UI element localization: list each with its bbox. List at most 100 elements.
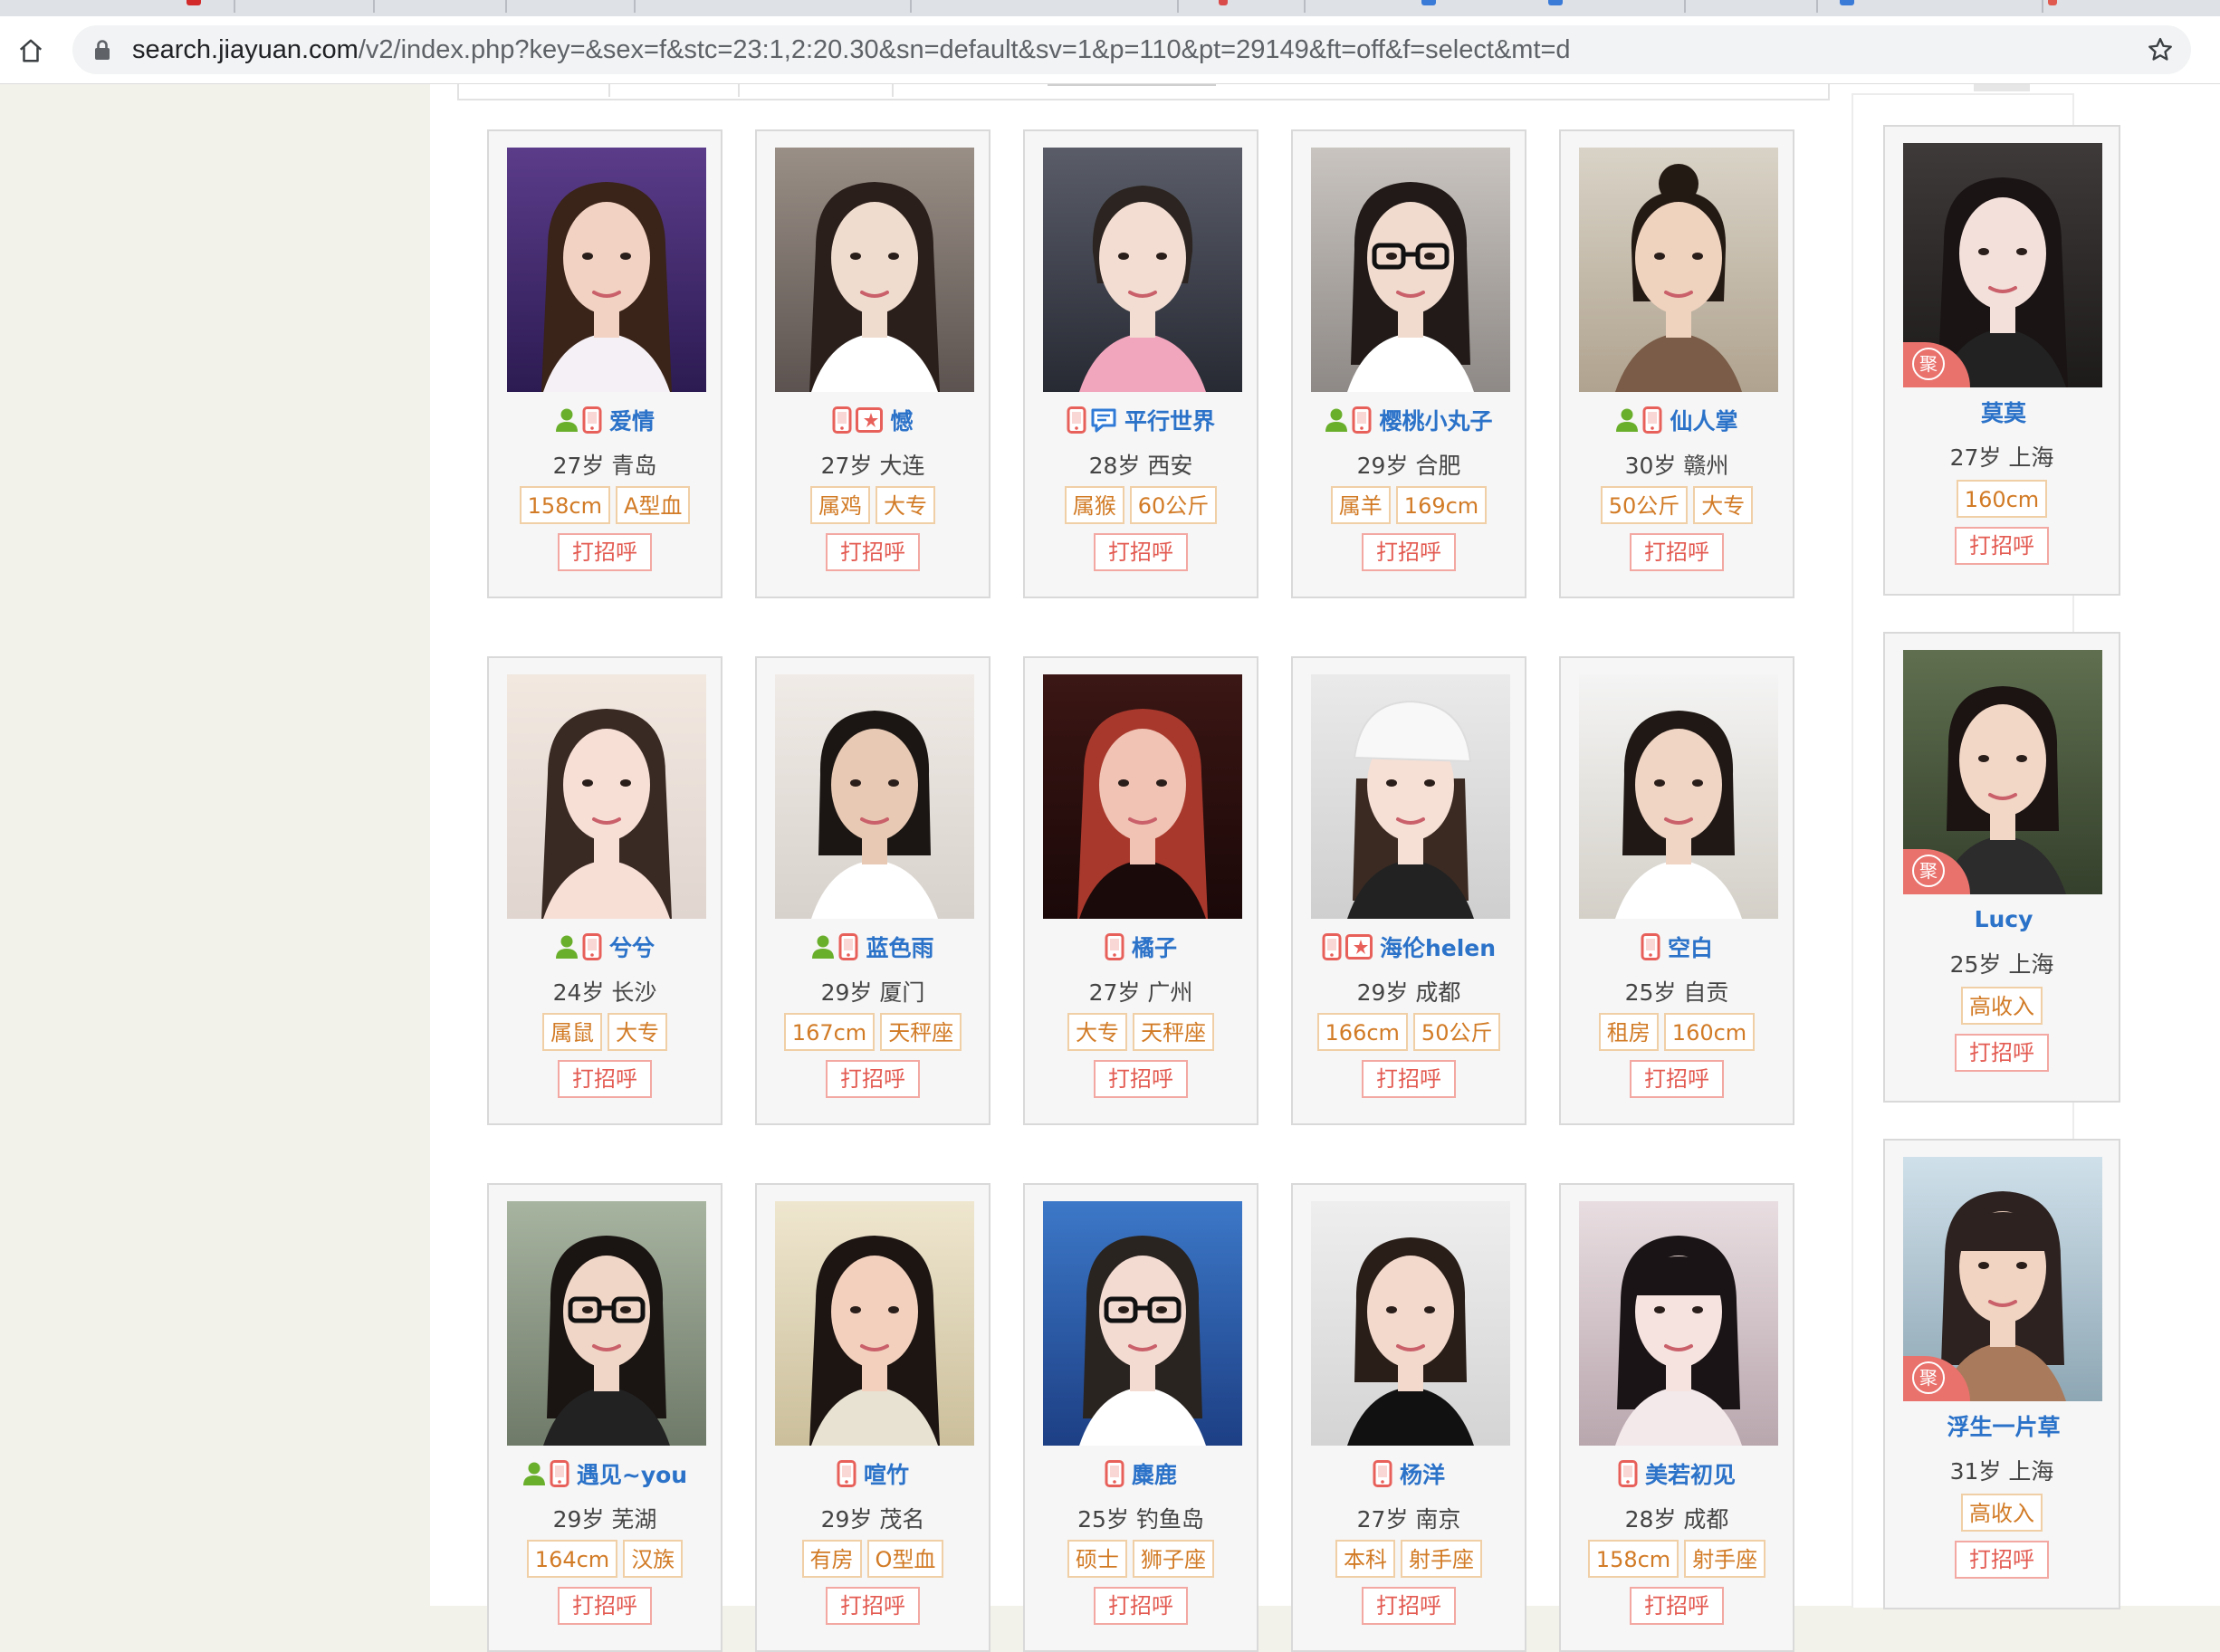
profile-card[interactable]: 憾 27岁 大连 属鸡 大专 打招呼 <box>755 129 990 598</box>
profile-photo[interactable] <box>1043 1201 1242 1446</box>
profile-card[interactable]: 空白 25岁 自贡 租房 160cm 打招呼 <box>1559 656 1794 1125</box>
profile-card[interactable]: 杨洋 27岁 南京 本科 射手座 打招呼 <box>1291 1183 1526 1652</box>
recommend-card[interactable]: 聚莫莫 27岁 上海 160cm 打招呼 <box>1883 125 2120 596</box>
greet-button[interactable]: 打招呼 <box>826 1060 920 1098</box>
profile-photo[interactable] <box>1043 148 1242 392</box>
nickname-link[interactable]: 蓝色雨 <box>866 931 933 963</box>
profile-card[interactable]: 兮兮 24岁 长沙 属鼠 大专 打招呼 <box>487 656 722 1125</box>
bookmark-button[interactable] <box>2144 33 2177 66</box>
profile-photo[interactable] <box>1579 674 1778 919</box>
profile-photo[interactable] <box>507 674 706 919</box>
tab-separator <box>373 0 375 13</box>
greet-button[interactable]: 打招呼 <box>1630 1060 1724 1098</box>
profile-card[interactable]: 仙人掌 30岁 赣州 50公斤 大专 打招呼 <box>1559 129 1794 598</box>
tab-favicon[interactable] <box>1840 0 1854 5</box>
recommend-card[interactable]: 聚浮生一片草 31岁 上海 高收入 打招呼 <box>1883 1139 2120 1609</box>
tab-favicon[interactable] <box>2048 0 2057 5</box>
greet-button[interactable]: 打招呼 <box>1094 1587 1188 1625</box>
profile-tag: 狮子座 <box>1133 1540 1214 1578</box>
tab-favicon[interactable] <box>187 0 201 5</box>
profile-tag: 属鼠 <box>542 1013 602 1051</box>
greet-button[interactable]: 打招呼 <box>1094 533 1188 571</box>
greet-button[interactable]: 打招呼 <box>558 1587 652 1625</box>
profile-photo[interactable] <box>507 148 706 392</box>
age-city: 27岁 上海 <box>1949 444 2054 471</box>
profile-card[interactable]: 遇见~you 29岁 芜湖 164cm 汉族 打招呼 <box>487 1183 722 1652</box>
profile-photo[interactable] <box>1311 674 1510 919</box>
greet-button[interactable]: 打招呼 <box>1094 1060 1188 1098</box>
nickname-link[interactable]: 美若初见 <box>1645 1457 1736 1490</box>
profile-card[interactable]: 海伦helen 29岁 成都 166cm 50公斤 打招呼 <box>1291 656 1526 1125</box>
nickname-link[interactable]: 橘子 <box>1132 931 1177 963</box>
nickname-link[interactable]: 兮兮 <box>609 931 655 963</box>
profile-photo[interactable]: 聚 <box>1903 650 2102 894</box>
profile-tag: 大专 <box>1067 1013 1127 1051</box>
nickname-link[interactable]: 空白 <box>1668 931 1713 963</box>
profile-card[interactable]: 麋鹿 25岁 钓鱼岛 硕士 狮子座 打招呼 <box>1023 1183 1258 1652</box>
lock-icon[interactable] <box>92 39 112 61</box>
profile-photo[interactable] <box>775 1201 974 1446</box>
nickname-link[interactable]: 浮生一片草 <box>1947 1409 2060 1442</box>
greet-button[interactable]: 打招呼 <box>1955 527 2049 565</box>
greet-button[interactable]: 打招呼 <box>1955 1034 2049 1072</box>
nickname-link[interactable]: 莫莫 <box>1981 396 2026 428</box>
profile-card[interactable]: 蓝色雨 29岁 厦门 167cm 天秤座 打招呼 <box>755 656 990 1125</box>
greet-button[interactable]: 打招呼 <box>1362 533 1456 571</box>
name-row: 平行世界 <box>1025 405 1257 435</box>
tab-favicon[interactable] <box>1219 0 1228 5</box>
greet-button[interactable]: 打招呼 <box>558 533 652 571</box>
name-row: 爱情 <box>489 405 721 435</box>
profile-photo[interactable] <box>1579 1201 1778 1446</box>
profile-card[interactable]: 樱桃小丸子 29岁 合肥 属羊 169cm 打招呼 <box>1291 129 1526 598</box>
age-city: 27岁 大连 <box>820 453 925 479</box>
greet-button[interactable]: 打招呼 <box>1630 1587 1724 1625</box>
profile-photo[interactable] <box>1043 674 1242 919</box>
nickname-link[interactable]: 爱情 <box>609 404 655 436</box>
profile-photo[interactable] <box>775 148 974 392</box>
tab-favicon[interactable] <box>1421 0 1436 5</box>
greet-button[interactable]: 打招呼 <box>558 1060 652 1098</box>
profile-photo[interactable] <box>507 1201 706 1446</box>
greet-button[interactable]: 打招呼 <box>826 1587 920 1625</box>
nickname-link[interactable]: 樱桃小丸子 <box>1379 404 1492 436</box>
profile-photo[interactable]: 聚 <box>1903 1157 2102 1401</box>
profile-card[interactable]: 橘子 27岁 广州 大专 天秤座 打招呼 <box>1023 656 1258 1125</box>
greet-button[interactable]: 打招呼 <box>1630 533 1724 571</box>
profile-tag: 射手座 <box>1401 1540 1482 1578</box>
nickname-link[interactable]: 海伦helen <box>1380 931 1496 963</box>
nickname-link[interactable]: Lucy <box>1975 906 2033 932</box>
tab-separator <box>1816 0 1818 13</box>
tab-favicon[interactable] <box>1548 0 1563 5</box>
tag-list: 有房 O型血 <box>757 1540 989 1578</box>
nickname-link[interactable]: 平行世界 <box>1124 404 1215 436</box>
tab-separator <box>910 0 912 13</box>
url-text[interactable]: search.jiayuan.com/v2/index.php?key=&sex… <box>132 25 1571 74</box>
profile-card[interactable]: 爱情 27岁 青岛 158cm A型血 打招呼 <box>487 129 722 598</box>
profile-photo[interactable] <box>775 674 974 919</box>
nickname-link[interactable]: 遇见~you <box>577 1457 687 1490</box>
age-city: 29岁 茂名 <box>820 1506 925 1533</box>
profile-card[interactable]: 喧竹 29岁 茂名有房 O型血打招呼 <box>755 1183 990 1652</box>
profile-photo-image <box>1579 148 1778 392</box>
nickname-link[interactable]: 仙人掌 <box>1670 404 1737 436</box>
profile-photo[interactable] <box>1579 148 1778 392</box>
profile-photo-image <box>507 148 706 392</box>
profile-photo[interactable] <box>1311 148 1510 392</box>
profile-photo[interactable]: 聚 <box>1903 143 2102 387</box>
tag-list: 大专 天秤座 <box>1025 1013 1257 1051</box>
profile-card[interactable]: 平行世界 28岁 西安 属猴 60公斤 打招呼 <box>1023 129 1258 598</box>
address-bar[interactable]: search.jiayuan.com/v2/index.php?key=&sex… <box>72 25 2191 74</box>
profile-card[interactable]: 美若初见 28岁 成都 158cm 射手座 打招呼 <box>1559 1183 1794 1652</box>
nickname-link[interactable]: 麋鹿 <box>1132 1457 1177 1490</box>
greet-button[interactable]: 打招呼 <box>826 533 920 571</box>
greet-button[interactable]: 打招呼 <box>1362 1587 1456 1625</box>
home-button[interactable] <box>13 33 49 69</box>
greet-button[interactable]: 打招呼 <box>1362 1060 1456 1098</box>
nickname-link[interactable]: 杨洋 <box>1400 1457 1445 1490</box>
recommend-card[interactable]: 聚 Lucy 25岁 上海 高收入 打招呼 <box>1883 632 2120 1103</box>
nickname-link[interactable]: 憾 <box>890 404 913 436</box>
tag-list: 租房 160cm <box>1561 1013 1793 1051</box>
profile-photo[interactable] <box>1311 1201 1510 1446</box>
greet-button[interactable]: 打招呼 <box>1955 1541 2049 1579</box>
nickname-link[interactable]: 喧竹 <box>864 1457 909 1490</box>
